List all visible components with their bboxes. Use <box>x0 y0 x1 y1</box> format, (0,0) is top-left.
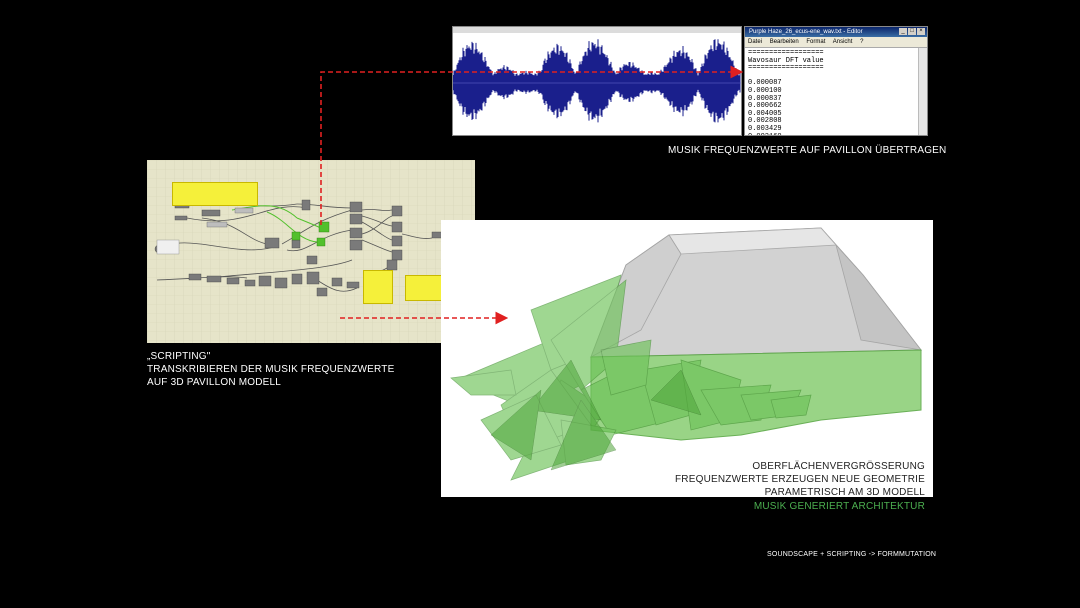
arrow-waveform-to-script <box>320 65 744 225</box>
footer-caption: SOUNDSCAPE + SCRIPTING -> FORMMUTATION <box>767 551 937 558</box>
flow-arrows <box>320 65 744 325</box>
